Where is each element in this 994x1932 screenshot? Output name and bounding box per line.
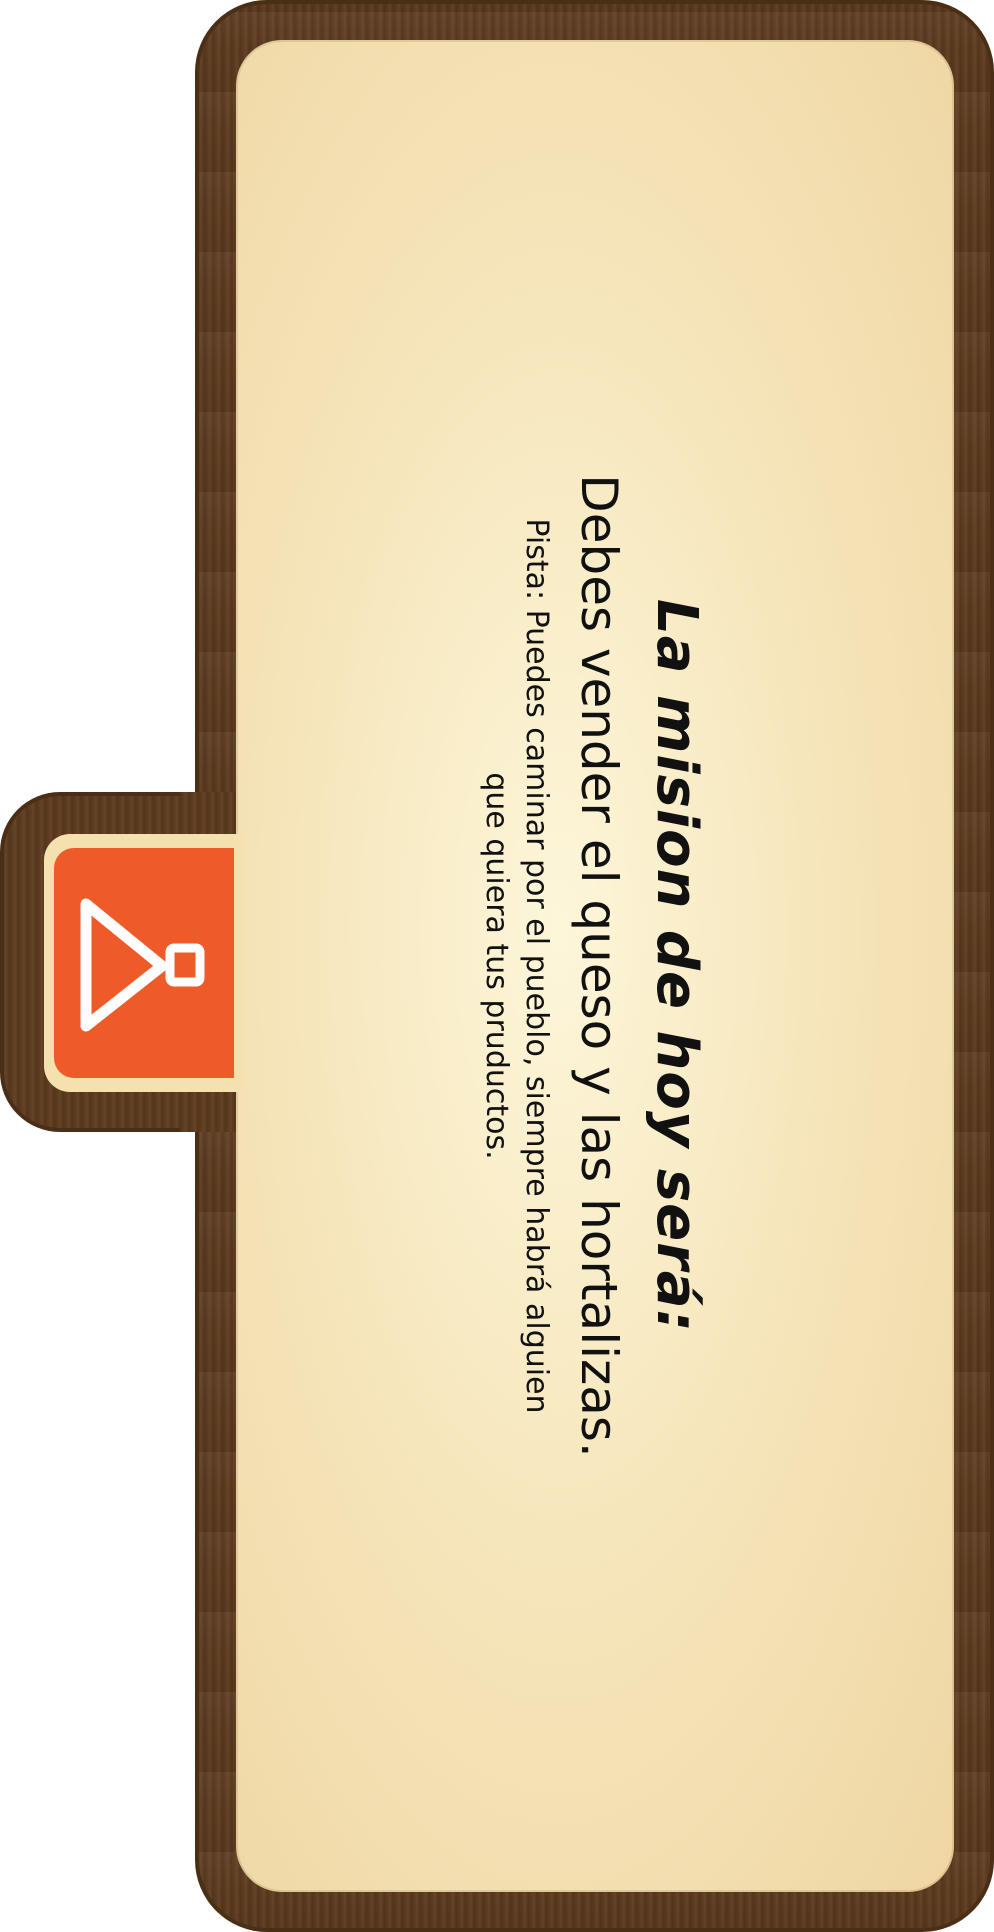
- mission-text-block: La mision de hoy será: Debes vender el q…: [476, 416, 714, 1516]
- map-tab-button[interactable]: [44, 834, 244, 1092]
- mission-title: La mision de hoy será:: [644, 599, 709, 1333]
- mission-hint: Pista: Puedes caminar por el pueblo, sie…: [479, 518, 554, 1414]
- map-tab-face[interactable]: [54, 848, 234, 1078]
- mission-objective: Debes vender el queso y las hortalizas.: [570, 474, 628, 1458]
- map-pin-triangle-icon: [80, 898, 205, 1032]
- mission-screen: La mision de hoy será: Debes vender el q…: [0, 0, 994, 1932]
